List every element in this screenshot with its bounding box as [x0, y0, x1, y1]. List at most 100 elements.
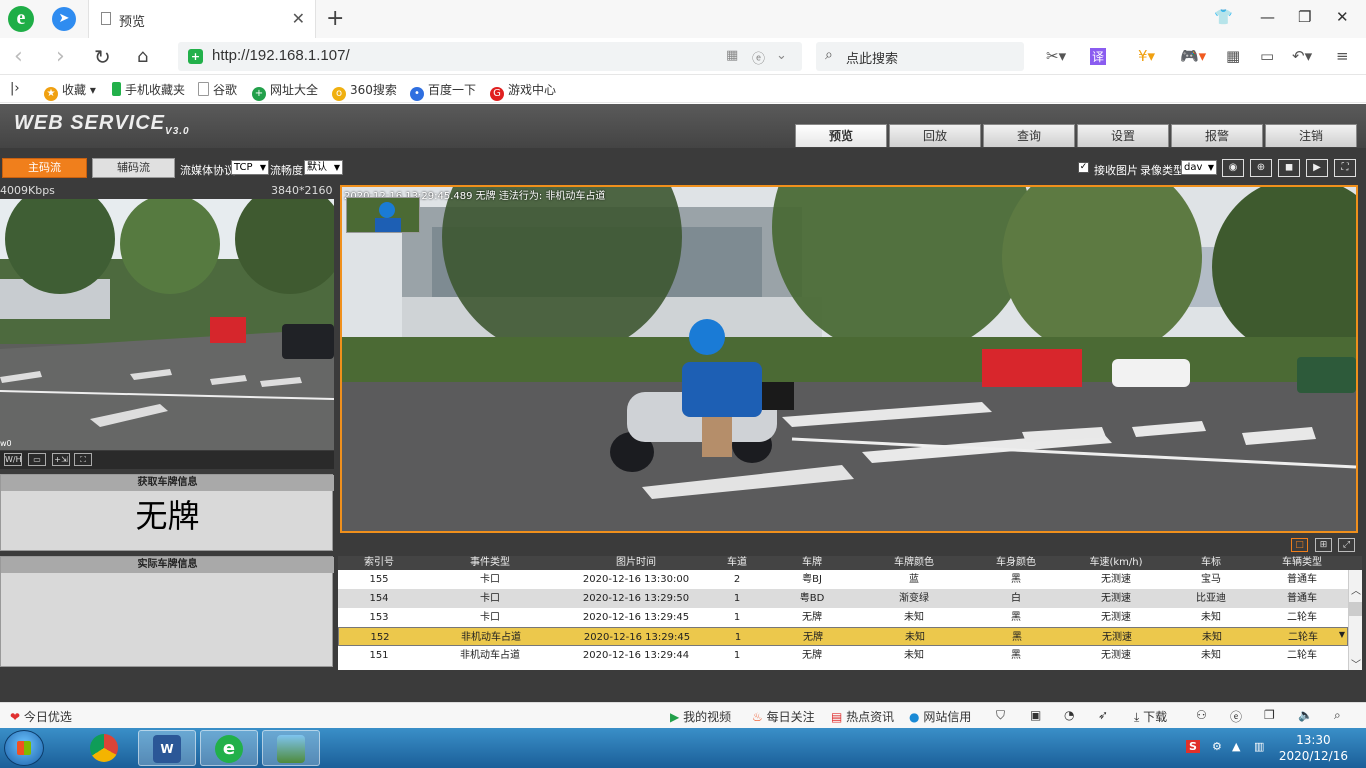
restore-icon[interactable]: ❐	[1298, 8, 1311, 26]
fluency-select[interactable]: 默认	[304, 160, 343, 175]
minimize-icon[interactable]: —	[1260, 8, 1275, 26]
shirt-icon[interactable]: 👕	[1214, 8, 1233, 26]
tab-query[interactable]: 查询	[983, 124, 1075, 147]
zoom-button[interactable]: +⇲	[52, 453, 70, 466]
fullscreen-view-icon[interactable]: ⤢	[1338, 538, 1355, 552]
secure-shield-icon: +	[188, 49, 203, 64]
today-picks[interactable]: ❤ 今日优选	[10, 708, 72, 725]
ie-mode-icon[interactable]: ⓔ	[752, 48, 765, 67]
snapshot-icon[interactable]: ◉	[1222, 159, 1244, 177]
fav-baidu[interactable]: • 百度一下	[410, 81, 476, 101]
scroll-up-icon[interactable]: ︿	[1351, 582, 1361, 597]
system-clock[interactable]: 13:30 2020/12/16	[1279, 732, 1348, 764]
tab-logout[interactable]: 注销	[1265, 124, 1357, 147]
tab-preview[interactable]: 预览	[795, 124, 887, 147]
cell-speed: 无测速	[1101, 612, 1131, 623]
volume-status-icon[interactable]: 🔈	[1298, 708, 1313, 722]
table-row[interactable]: 151 非机动车占道 2020-12-16 13:29:44 1 无牌 未知 黑 无测速 未知 二…	[338, 646, 1348, 665]
battery-icon[interactable]: ▭	[1260, 47, 1274, 65]
address-input[interactable]: + http://192.168.1.107/ ▦ ⓔ ⌄	[178, 42, 802, 71]
reload-icon[interactable]: ↻	[94, 45, 111, 69]
coupon-icon[interactable]: ¥▾	[1138, 47, 1155, 65]
fav-label: 360搜索	[350, 83, 397, 97]
image-status-icon[interactable]: ▣	[1030, 708, 1041, 722]
undo-icon[interactable]: ↶▾	[1292, 47, 1312, 65]
event-capture-image[interactable]: 2020-12-16 13:29:45.489 无牌 违法行为: 非机动车占道	[340, 185, 1358, 533]
tab-playback[interactable]: 回放	[889, 124, 981, 147]
browser-tab[interactable]: 预览 ✕	[88, 0, 316, 38]
ie-status-icon[interactable]: ⓔ	[1230, 708, 1242, 725]
home-icon[interactable]: ⌂	[137, 46, 148, 67]
col-index: 索引号	[364, 557, 394, 568]
record-icon[interactable]: ▶	[1306, 159, 1328, 177]
my-videos[interactable]: ▶ 我的视频	[670, 708, 731, 725]
download-status[interactable]: ⤓ 下载	[1134, 708, 1167, 725]
table-row[interactable]: 154 卡口 2020-12-16 13:29:50 1 粤BD 渐变绿 白 无测速 比亚迪 普通…	[338, 589, 1348, 608]
tab-close-icon[interactable]: ✕	[292, 9, 305, 28]
receive-picture-checkbox[interactable]: ✓	[1078, 162, 1089, 173]
record-type-select[interactable]: dav	[1181, 160, 1217, 175]
camera-icon[interactable]: ◼	[1278, 159, 1300, 177]
hot-news[interactable]: ▤ 热点资讯	[831, 708, 894, 725]
sogou-icon[interactable]: S	[1186, 740, 1200, 753]
site-credit[interactable]: ● 网站信用	[909, 708, 971, 725]
single-view-icon[interactable]: □	[1291, 538, 1308, 552]
speed-status-icon[interactable]: ◔	[1064, 708, 1074, 722]
main-stream-button[interactable]: 主码流	[2, 158, 87, 178]
fav-360[interactable]: o 360搜索	[332, 81, 397, 101]
sub-stream-button[interactable]: 辅码流	[92, 158, 175, 178]
quad-view-icon[interactable]: ⊞	[1315, 538, 1332, 552]
window-button[interactable]: ▭	[28, 453, 46, 466]
app-header: WEB SERVICEV3.0 预览 回放 查询 设置 报警 注销	[0, 104, 1366, 148]
scissors-icon[interactable]: ✂▾	[1046, 47, 1066, 65]
qr-icon[interactable]: ▦	[726, 48, 738, 63]
fav-google[interactable]: 谷歌	[198, 81, 237, 98]
fullscreen-icon[interactable]: ⛶	[1334, 159, 1356, 177]
table-row[interactable]: 155 卡口 2020-12-16 13:30:00 2 粤BJ 蓝 黑 无测速 宝马 普通车	[338, 570, 1348, 589]
fav-collect[interactable]: ★ 收藏 ▾	[44, 81, 96, 101]
tab-settings[interactable]: 设置	[1077, 124, 1169, 147]
window-close-icon[interactable]: ✕	[1336, 8, 1349, 26]
send-icon[interactable]: ➤	[52, 7, 76, 31]
menu-icon[interactable]: ≡	[1336, 47, 1349, 65]
taskbar-word[interactable]: W	[138, 730, 196, 766]
fav-games[interactable]: G 游戏中心	[490, 81, 556, 101]
tab-alarm[interactable]: 报警	[1171, 124, 1263, 147]
protocol-select[interactable]: TCP	[231, 160, 269, 175]
back-icon[interactable]: ‹	[14, 44, 23, 69]
new-tab-icon[interactable]: +	[326, 6, 344, 31]
forward-icon[interactable]: ›	[56, 44, 65, 69]
tray-settings-icon[interactable]: ⚙	[1212, 740, 1222, 753]
zoom-add-icon[interactable]: ⊕	[1250, 159, 1272, 177]
aspect-ratio-button[interactable]: W/H	[4, 453, 22, 466]
zoom-status-icon[interactable]: ⌕	[1334, 708, 1341, 723]
taskbar-chrome[interactable]	[76, 730, 134, 766]
browser-logo-icon[interactable]: e	[8, 6, 34, 32]
table-scrollbar[interactable]: ︿ ﹀	[1348, 570, 1362, 670]
bitrate-text: 4009Kbps	[0, 184, 55, 197]
live-video-small[interactable]: w0	[0, 199, 334, 450]
rocket-status-icon[interactable]: ➶	[1098, 708, 1108, 722]
gamepad-status-icon[interactable]: ⚇	[1196, 708, 1207, 722]
scroll-thumb[interactable]	[1349, 602, 1362, 616]
table-row[interactable]: 153 卡口 2020-12-16 13:29:45 1 无牌 未知 黑 无测速 未知 二轮车	[338, 608, 1348, 627]
tray-expand-icon[interactable]: ▲	[1232, 740, 1240, 753]
chevron-down-icon[interactable]: ⌄	[776, 48, 787, 63]
translate-icon[interactable]: 译	[1090, 48, 1107, 65]
sidebar-toggle-icon[interactable]: |›	[10, 81, 20, 96]
fullscreen-button[interactable]: ⛶	[74, 453, 92, 466]
game-icon[interactable]: 🎮▾	[1180, 47, 1206, 65]
scroll-down-icon[interactable]: ﹀	[1351, 656, 1361, 670]
shield-status-icon[interactable]: ⛉	[996, 708, 1005, 723]
start-button[interactable]	[4, 730, 44, 766]
taskbar-photos[interactable]	[262, 730, 320, 766]
apps-grid-icon[interactable]: ▦	[1226, 47, 1240, 65]
search-box[interactable]: ⌕ 点此搜索	[816, 42, 1024, 71]
taskbar-browser[interactable]: e	[200, 730, 258, 766]
window-status-icon[interactable]: ❐	[1264, 708, 1275, 722]
daily-focus[interactable]: ♨ 每日关注	[752, 708, 815, 725]
fav-mobile[interactable]: 手机收藏夹	[112, 81, 185, 98]
table-row[interactable]: 152 非机动车占道 2020-12-16 13:29:45 1 无牌 未知 黑 无测速 未知 二…	[338, 627, 1348, 646]
fav-sites[interactable]: + 网址大全	[252, 81, 318, 101]
network-icon[interactable]: ▥	[1254, 740, 1264, 753]
